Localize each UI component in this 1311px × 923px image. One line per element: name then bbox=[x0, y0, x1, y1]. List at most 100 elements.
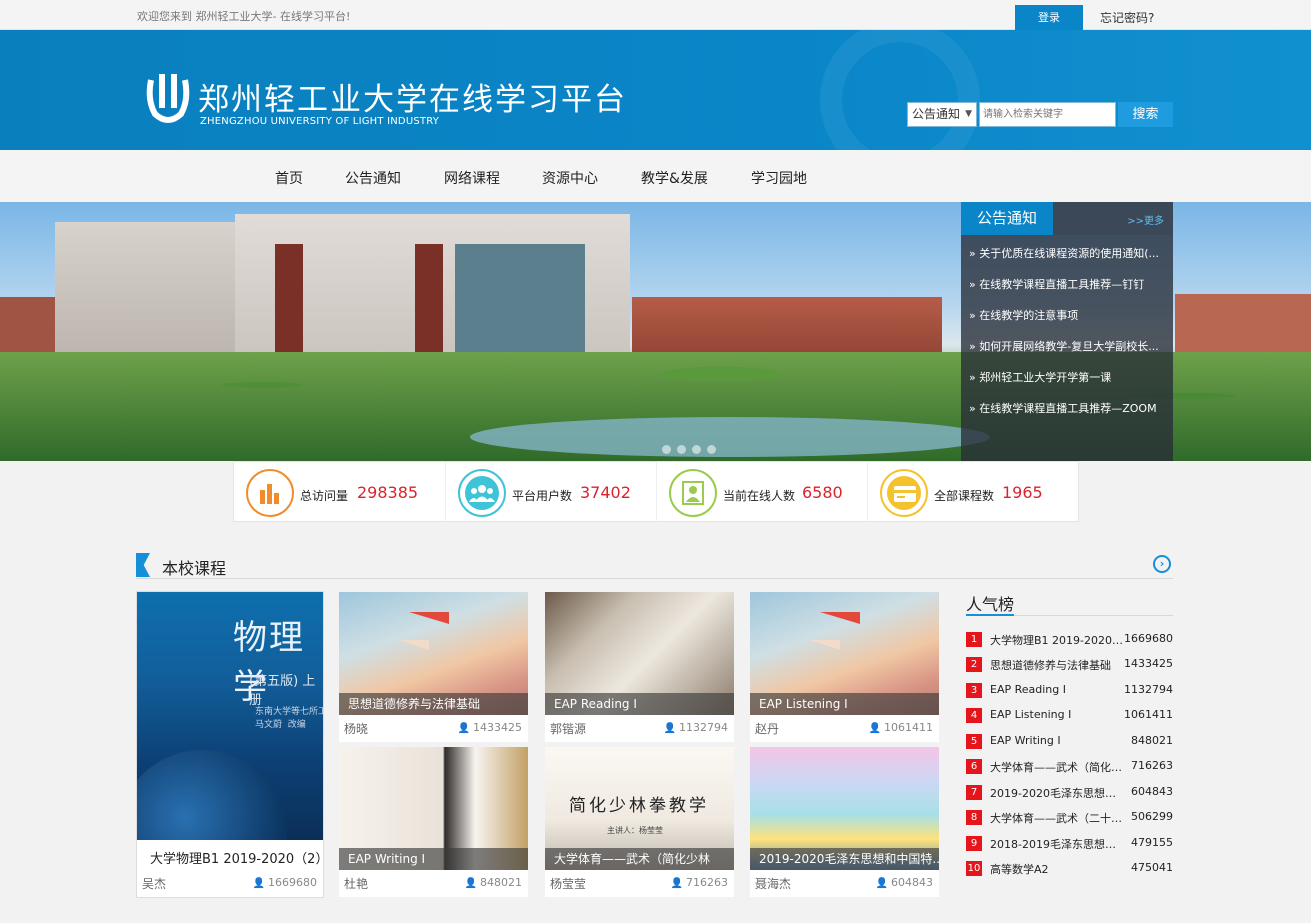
course-card[interactable]: EAP Listening Ⅰ 赵丹 👤 1061411 bbox=[750, 592, 939, 742]
welcome-text: 欢迎您来到 郑州轻工业大学- 在线学习平台! bbox=[137, 10, 351, 23]
rank-value: 1132794 bbox=[1124, 683, 1173, 696]
course-title-overlay: EAP Reading I bbox=[545, 693, 734, 715]
section-title: 本校课程 bbox=[162, 559, 227, 578]
ranking-item[interactable]: 8 大学体育——武术（二十四式） 506299 bbox=[966, 808, 1173, 826]
forgot-password-link[interactable]: 忘记密码? bbox=[1100, 9, 1154, 26]
stat-total-visits: 总访问量 298385 bbox=[234, 462, 445, 523]
rank-value: 1433425 bbox=[1124, 657, 1173, 670]
course-cover: 思想道德修养与法律基础 bbox=[339, 592, 528, 715]
course-teacher: 杜艳 bbox=[344, 877, 369, 891]
nav-item-resources[interactable]: 资源中心 bbox=[542, 168, 598, 188]
course-teacher: 聂海杰 bbox=[755, 877, 792, 891]
notice-panel: 公告通知 >>更多 » 关于优质在线课程资源的使用通知(... » 在线教学课程… bbox=[961, 202, 1173, 461]
building bbox=[55, 222, 235, 372]
stat-total-courses: 全部课程数 1965 bbox=[867, 462, 1078, 523]
carousel-dot[interactable] bbox=[692, 445, 701, 454]
pond bbox=[470, 417, 990, 457]
course-title-overlay: EAP Writing I bbox=[339, 848, 528, 870]
ranking-item[interactable]: 7 2019-2020毛泽东思想和中国特色 604843 bbox=[966, 783, 1173, 801]
rank-badge: 9 bbox=[966, 836, 982, 851]
nav-item-courses[interactable]: 网络课程 bbox=[444, 168, 500, 188]
ranking-item[interactable]: 3 EAP Reading I 1132794 bbox=[966, 681, 1173, 699]
rank-course-name: 思想道德修养与法律基础 bbox=[990, 659, 1111, 672]
course-views: 👤 848021 bbox=[464, 876, 522, 889]
course-card-featured[interactable]: 物理学 (第五版) 上册 东南大学等七所工科院校 编 马文蔚 改编 大学物理B1… bbox=[136, 591, 328, 898]
course-card[interactable]: EAP Writing I 杜艳 👤 848021 bbox=[339, 747, 528, 897]
nav-item-teaching[interactable]: 教学&发展 bbox=[641, 168, 708, 188]
notice-item[interactable]: » 如何开展网络教学-复旦大学副校长... bbox=[969, 338, 1169, 354]
course-cover: 物理学 (第五版) 上册 东南大学等七所工科院校 编 马文蔚 改编 bbox=[137, 592, 323, 840]
university-logo-icon[interactable] bbox=[145, 70, 191, 124]
stat-value: 1965 bbox=[1002, 483, 1043, 502]
notice-item[interactable]: » 在线教学课程直播工具推荐—钉钉 bbox=[969, 276, 1169, 292]
course-title-overlay: 大学体育——武术（简化少林 bbox=[545, 848, 734, 870]
course-views: 👤 1433425 bbox=[457, 721, 522, 734]
user-icon: 👤 bbox=[875, 878, 888, 889]
course-teacher: 赵丹 bbox=[755, 722, 780, 736]
building bbox=[1175, 294, 1311, 354]
course-card[interactable]: 2019-2020毛泽东思想和中国特... 聂海杰 👤 604843 bbox=[750, 747, 939, 897]
globe-image bbox=[137, 750, 287, 840]
chevron-right-icon[interactable]: › bbox=[1153, 555, 1171, 573]
users-icon bbox=[458, 469, 506, 517]
notice-item[interactable]: » 在线教学课程直播工具推荐—ZOOM bbox=[969, 400, 1169, 416]
nav-item-notices[interactable]: 公告通知 bbox=[345, 168, 401, 188]
stat-platform-users: 平台用户数 37402 bbox=[445, 462, 656, 523]
notice-more-link[interactable]: >>更多 bbox=[1127, 212, 1164, 227]
notice-item[interactable]: » 郑州轻工业大学开学第一课 bbox=[969, 369, 1169, 385]
search-input[interactable] bbox=[979, 102, 1116, 127]
login-button[interactable]: 登录 bbox=[1015, 5, 1083, 30]
rank-value: 479155 bbox=[1131, 836, 1173, 849]
ranking-title: 人气榜 bbox=[966, 595, 1015, 614]
rank-value: 716263 bbox=[1131, 759, 1173, 772]
carousel-dot[interactable] bbox=[662, 445, 671, 454]
user-icon: 👤 bbox=[868, 723, 881, 734]
course-teacher: 杨莹莹 bbox=[550, 877, 587, 891]
ranking-item[interactable]: 5 EAP Writing I 848021 bbox=[966, 732, 1173, 750]
search-bar: 公告通知 ▼ 搜索 bbox=[907, 102, 1173, 127]
nav-item-study-garden[interactable]: 学习园地 bbox=[751, 168, 807, 188]
ranking-item[interactable]: 6 大学体育——武术（简化少林拳） 716263 bbox=[966, 757, 1173, 775]
rank-badge: 7 bbox=[966, 785, 982, 800]
carousel-dot[interactable] bbox=[677, 445, 686, 454]
site-subtitle: ZHENGZHOU UNIVERSITY OF LIGHT INDUSTRY bbox=[200, 116, 440, 127]
rank-badge: 3 bbox=[966, 683, 982, 698]
building-facade bbox=[275, 244, 303, 354]
rank-course-name: EAP Writing I bbox=[990, 734, 1061, 747]
site-title: 郑州轻工业大学在线学习平台 bbox=[198, 82, 627, 118]
rank-course-name: EAP Reading I bbox=[990, 683, 1066, 696]
course-card[interactable]: 思想道德修养与法律基础 杨晓 👤 1433425 bbox=[339, 592, 528, 742]
stat-value: 37402 bbox=[580, 483, 631, 502]
ranking-item[interactable]: 10 高等数学A2 475041 bbox=[966, 859, 1173, 877]
notice-header: 公告通知 >>更多 bbox=[961, 202, 1173, 235]
ranking-item[interactable]: 2 思想道德修养与法律基础 1433425 bbox=[966, 655, 1173, 673]
stat-label: 全部课程数 bbox=[934, 489, 995, 503]
course-card[interactable]: EAP Reading I 郭锴源 👤 1132794 bbox=[545, 592, 734, 742]
ranking-item[interactable]: 1 大学物理B1 2019-2020（2） 1669680 bbox=[966, 630, 1173, 648]
search-button[interactable]: 搜索 bbox=[1118, 102, 1173, 127]
search-scope-select[interactable]: 公告通知 ▼ bbox=[907, 102, 977, 127]
ranking-item[interactable]: 9 2018-2019毛泽东思想和中国特色 479155 bbox=[966, 834, 1173, 852]
carousel-dot[interactable] bbox=[707, 445, 716, 454]
course-views: 👤 1132794 bbox=[663, 721, 728, 734]
user-icon: 👤 bbox=[457, 723, 470, 734]
course-teacher: 杨晓 bbox=[344, 722, 369, 736]
notice-item[interactable]: » 关于优质在线课程资源的使用通知(... bbox=[969, 245, 1169, 261]
ranking-divider bbox=[966, 614, 1173, 616]
course-card[interactable]: 简化少林拳教学 主讲人：杨莹莹 大学体育——武术（简化少林 杨莹莹 👤 71626… bbox=[545, 747, 734, 897]
course-cover: EAP Writing I bbox=[339, 747, 528, 870]
rank-course-name: 高等数学A2 bbox=[990, 863, 1049, 876]
user-icon: 👤 bbox=[670, 878, 683, 889]
rank-course-name: 2018-2019毛泽东思想和中国特色 bbox=[990, 838, 1125, 851]
course-cover: 2019-2020毛泽东思想和中国特... bbox=[750, 747, 939, 870]
rank-badge: 8 bbox=[966, 810, 982, 825]
notice-title: 公告通知 bbox=[961, 202, 1053, 235]
course-title-overlay: 思想道德修养与法律基础 bbox=[339, 693, 528, 715]
course-cover: 简化少林拳教学 主讲人：杨莹莹 大学体育——武术（简化少林 bbox=[545, 747, 734, 870]
notice-item[interactable]: » 在线教学的注意事项 bbox=[969, 307, 1169, 323]
course-teacher: 吴杰 bbox=[142, 877, 167, 891]
nav-item-home[interactable]: 首页 bbox=[275, 168, 303, 188]
course-card-icon bbox=[880, 469, 928, 517]
stat-value: 298385 bbox=[357, 483, 419, 502]
ranking-item[interactable]: 4 EAP Listening Ⅰ 1061411 bbox=[966, 706, 1173, 724]
